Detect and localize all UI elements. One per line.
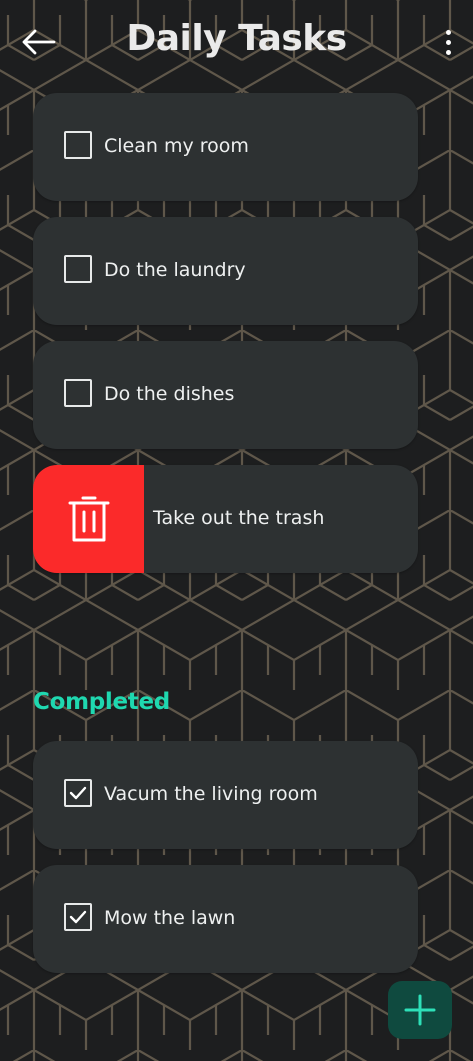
task-item[interactable]: Clean my room: [33, 93, 418, 201]
completed-list: Vacum the living room Mow the lawn: [33, 741, 418, 989]
trash-icon: [68, 496, 109, 542]
task-item[interactable]: Do the dishes: [33, 341, 418, 449]
page-title: Daily Tasks: [126, 18, 347, 59]
task-list: Clean my room Do the laundry Do the dish…: [33, 93, 418, 589]
task-label: Do the laundry: [104, 259, 246, 281]
completed-item[interactable]: Mow the lawn: [33, 865, 418, 973]
add-task-button[interactable]: [388, 981, 452, 1039]
check-icon: [69, 786, 87, 800]
task-label: Mow the lawn: [104, 907, 236, 929]
check-icon: [69, 910, 87, 924]
task-checkbox[interactable]: [64, 255, 92, 283]
app-bar: Daily Tasks: [0, 0, 473, 86]
task-checkbox-checked[interactable]: [64, 779, 92, 807]
completed-section-title: Completed: [33, 689, 170, 715]
delete-button[interactable]: [33, 465, 144, 573]
task-checkbox[interactable]: [64, 131, 92, 159]
plus-icon: [404, 994, 436, 1026]
task-label: Clean my room: [104, 135, 249, 157]
more-vert-icon: [445, 29, 451, 35]
more-options-button[interactable]: [433, 24, 463, 60]
task-checkbox[interactable]: [64, 379, 92, 407]
task-checkbox-checked[interactable]: [64, 903, 92, 931]
task-item-swiped[interactable]: Take out the trash: [33, 465, 418, 573]
task-label: Vacum the living room: [104, 783, 318, 805]
task-label: Take out the trash: [153, 507, 325, 529]
task-item[interactable]: Do the laundry: [33, 217, 418, 325]
task-label: Do the dishes: [104, 383, 235, 405]
completed-item[interactable]: Vacum the living room: [33, 741, 418, 849]
